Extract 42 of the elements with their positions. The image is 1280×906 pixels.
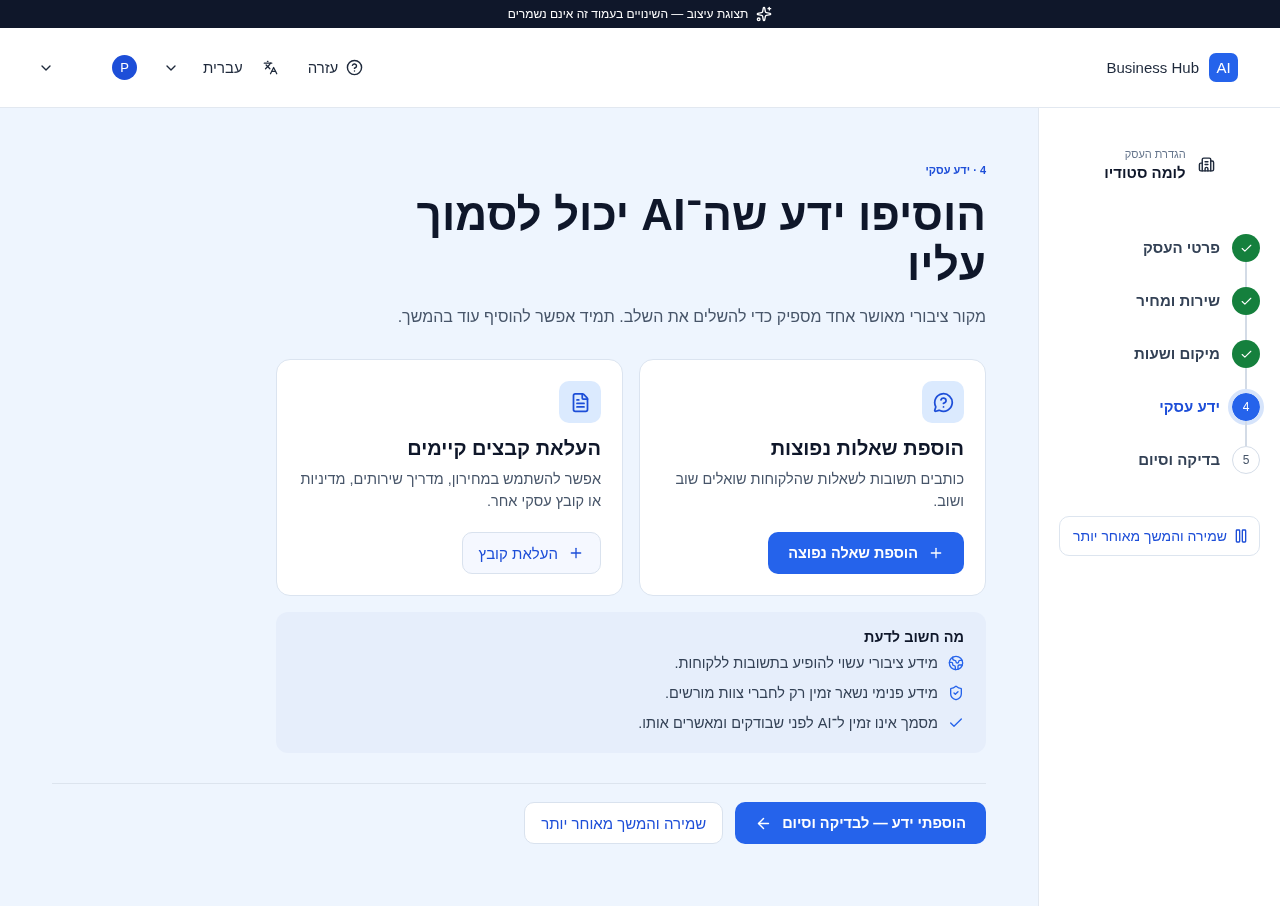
help-button[interactable]: עזרה (303, 55, 368, 80)
save-later-button[interactable]: שמירה והמשך מאוחר יותר (524, 802, 724, 844)
step-label[interactable]: בדיקה וסיום (1138, 446, 1220, 474)
step-number: 4 (1228, 389, 1264, 425)
info-title: מה חשוב לדעת (864, 629, 964, 645)
step-label[interactable]: שירות ומחיר (1136, 287, 1220, 315)
step-number: 5 (1232, 446, 1260, 474)
question-bubble-icon (922, 381, 964, 423)
page-title: הוסיפו ידע שה־AI יכול לסמוך עליו (415, 190, 986, 290)
pause-icon (1233, 528, 1249, 544)
sparkles-icon (756, 6, 773, 22)
step-label[interactable]: ידע עסקי (1159, 393, 1220, 421)
step-tag: 4 · ידע עסקי (925, 164, 986, 176)
step-label[interactable]: מיקום ושעות (1134, 340, 1220, 368)
business-caption: הגדרת העסק (1124, 148, 1186, 160)
shield-check-icon (948, 685, 964, 701)
page-subtitle: מקור ציבורי מאושר אחד מספיק כדי להשלים את השלב. תמיד אפשר להוסיף עוד בהמשך. (397, 308, 986, 326)
business-name: לומה סטודיו (1104, 164, 1186, 181)
save-later-button[interactable]: שמירה והמשך מאוחר יותר (1059, 516, 1260, 556)
info-text: מידע פנימי נשאר זמין רק לחברי צוות מורשים. (664, 684, 938, 703)
globe-icon (948, 655, 964, 671)
card-description: אפשר להשתמש במחירון, מדריך שירותים, מדיניות או קובץ עסקי אחר. (299, 470, 601, 511)
card-title: הוספת שאלות נפוצות (770, 437, 964, 460)
banner-text: תצוגת עיצוב — השינויים בעמוד זה אינם נשמרים (507, 7, 749, 21)
document-icon (559, 381, 601, 423)
info-text: מסמך אינו זמין ל־AI לפני שבודקים ומאשרים אותו. (638, 714, 938, 733)
add-faq-button[interactable]: הוספת שאלה נפוצה (768, 532, 964, 574)
plus-icon (928, 545, 944, 561)
building-icon (1197, 156, 1215, 173)
card-description: כותבים תשובות לשאלות שהלקוחות שואלים שוב ושוב. (674, 470, 964, 511)
continue-button[interactable]: הוספתי ידע — לבדיקה וסיום (735, 802, 986, 844)
brand-logo: AI (1209, 53, 1238, 82)
translate-icon (262, 60, 278, 75)
language-button[interactable]: עברית (159, 55, 282, 80)
help-icon (346, 59, 364, 76)
avatar-button[interactable]: P (112, 55, 137, 80)
step-label[interactable]: פרטי העסק (1142, 234, 1220, 262)
card-title: העלאת קבצים קיימים (407, 437, 601, 460)
info-text: מידע ציבורי עשוי להופיע בתשובות ללקוחות. (674, 654, 938, 673)
upload-file-button[interactable]: העלאת קובץ (461, 532, 601, 574)
plus-icon (568, 545, 584, 561)
brand-name: Business Hub (1106, 59, 1199, 76)
